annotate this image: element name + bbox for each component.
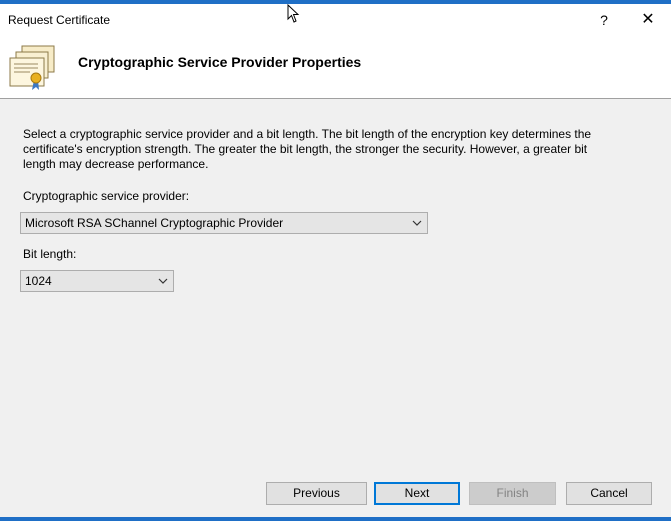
mouse-cursor-icon <box>287 4 300 23</box>
next-button[interactable]: Next <box>374 482 460 505</box>
provider-dropdown[interactable]: Microsoft RSA SChannel Cryptographic Pro… <box>20 212 428 234</box>
provider-dropdown-value: Microsoft RSA SChannel Cryptographic Pro… <box>25 216 284 230</box>
bit-length-dropdown[interactable]: 1024 <box>20 270 174 292</box>
chevron-down-icon <box>158 278 168 284</box>
bit-length-label: Bit length: <box>23 247 77 261</box>
title-bar: Request Certificate ? ✕ <box>0 4 671 34</box>
bit-length-dropdown-value: 1024 <box>25 274 52 288</box>
window-title: Request Certificate <box>8 13 111 27</box>
provider-label: Cryptographic service provider: <box>23 189 190 203</box>
previous-button[interactable]: Previous <box>266 482 367 505</box>
page-title: Cryptographic Service Provider Propertie… <box>78 54 362 70</box>
cancel-button[interactable]: Cancel <box>566 482 652 505</box>
finish-button[interactable]: Finish <box>469 482 556 505</box>
wizard-header: Cryptographic Service Provider Propertie… <box>0 34 671 99</box>
bottom-accent-bar <box>0 517 671 521</box>
description-text: Select a cryptographic service provider … <box>23 127 592 171</box>
help-button[interactable]: ? <box>592 9 616 31</box>
close-button[interactable]: ✕ <box>636 9 660 31</box>
certificate-icon <box>9 45 55 90</box>
chevron-down-icon <box>412 220 422 226</box>
